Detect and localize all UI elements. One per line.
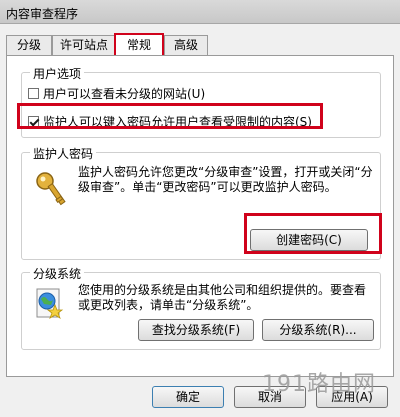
unrated-sites-checkbox-box[interactable]: [28, 88, 39, 99]
tab-advanced[interactable]: 高级: [164, 35, 208, 55]
highlight-frame-button: [244, 213, 382, 254]
tab-approved-sites[interactable]: 许可站点: [52, 35, 116, 55]
unrated-sites-checkbox[interactable]: 用户可以查看未分级的网站(U): [28, 85, 205, 102]
supervisor-password-legend: 监护人密码: [30, 145, 97, 162]
general-panel: 用户选项 用户可以查看未分级的网站(U) 监护人可以键入密码允许用户查看受限制的…: [6, 55, 394, 377]
key-icon: [36, 172, 66, 206]
globe-star-icon: [36, 288, 64, 319]
watermark: 191路由网: [262, 372, 376, 397]
window-title: 内容审查程序: [6, 7, 79, 21]
user-options-legend: 用户选项: [30, 65, 85, 82]
title-bar: 内容审查程序: [0, 0, 400, 24]
find-rating-systems-button[interactable]: 查找分级系统(F): [138, 319, 254, 341]
rating-systems-legend: 分级系统: [30, 265, 85, 282]
supervisor-password-description: 监护人密码允许您更改“分级审查”设置，打开或关闭“分级审查”。单击“更改密码”可…: [78, 165, 373, 194]
rating-systems-group: 分级系统 您使用的分级系统是由其他公司和组织提供的。要查看或更改列表，请单击“分…: [21, 265, 381, 350]
rating-systems-description: 您使用的分级系统是由其他公司和组织提供的。要查看或更改列表，请单击“分级系统”。: [78, 283, 367, 312]
tab-ratings[interactable]: 分级: [6, 35, 52, 55]
rating-systems-button[interactable]: 分级系统(R)...: [262, 319, 374, 341]
highlight-frame-checkbox: [17, 103, 323, 129]
tab-general[interactable]: 常规: [114, 33, 164, 56]
unrated-sites-label: 用户可以查看未分级的网站(U): [43, 87, 206, 101]
ok-button[interactable]: 确定: [152, 386, 224, 408]
